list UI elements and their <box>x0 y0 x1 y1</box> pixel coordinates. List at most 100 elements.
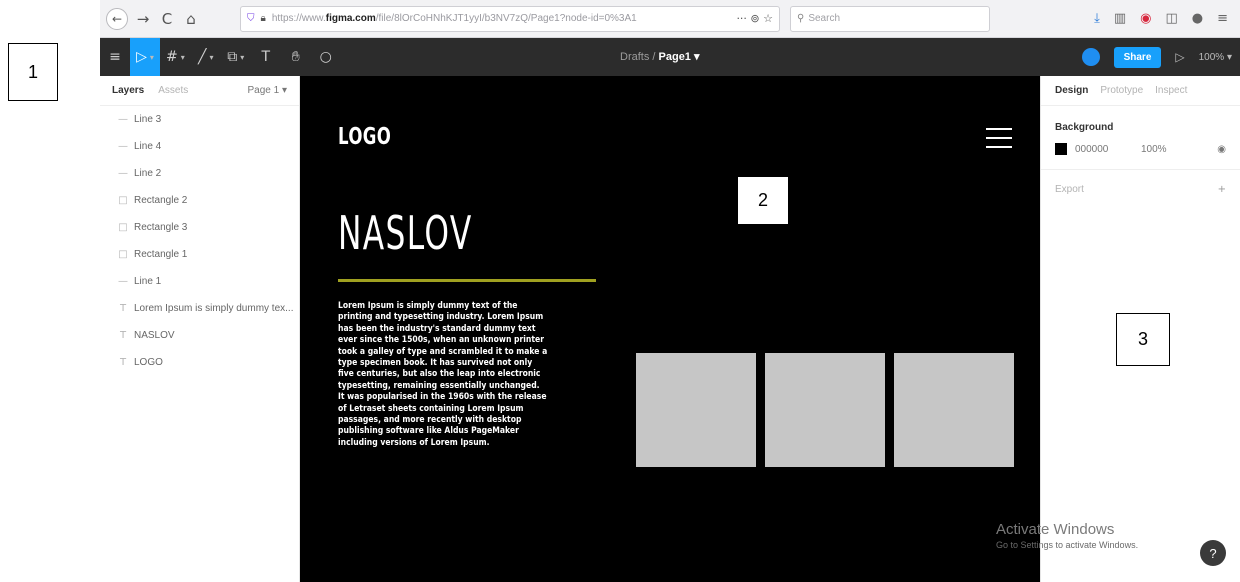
rectangle-layer-icon: □ <box>118 195 128 206</box>
line-layer-icon: — <box>118 114 128 125</box>
background-color-swatch[interactable] <box>1055 143 1067 155</box>
search-icon: ⚲ <box>797 13 805 24</box>
search-input[interactable]: ⚲ Search <box>790 5 990 32</box>
tab-layers[interactable]: Layers <box>112 85 144 96</box>
url-text: https://www.figma.com/file/8lOrCoHNhKJT1… <box>271 13 637 24</box>
download-icon[interactable]: ⤓ <box>1094 11 1100 26</box>
layer-label: Line 4 <box>134 141 162 152</box>
file-title[interactable]: Drafts / Page1 ▾ <box>620 38 700 76</box>
hamburger-line <box>986 137 1012 139</box>
layer-item[interactable]: □ Rectangle 1 <box>100 241 299 268</box>
layer-item[interactable]: — Line 3 <box>100 106 299 133</box>
layer-label: LOGO <box>134 357 163 368</box>
layer-item[interactable]: — Line 1 <box>100 268 299 295</box>
search-placeholder: Search <box>808 13 841 24</box>
text-layer-icon: T <box>119 330 127 341</box>
layer-label: Rectangle 3 <box>134 222 188 233</box>
watermark-line1: Activate Windows <box>996 521 1115 538</box>
layer-item[interactable]: T NASLOV <box>100 322 299 349</box>
layer-label: Lorem Ipsum is simply dummy tex... <box>134 303 294 314</box>
tab-inspect[interactable]: Inspect <box>1155 85 1187 96</box>
move-tool-icon[interactable]: ▷ ▾ <box>130 38 160 76</box>
figma-toolbar: ≡ ▷ ▾ # ▾ ╱ ▾ ⧉ ▾ T ✋︎ ○ Drafts / Page1 ▾ Sh… <box>100 38 1240 76</box>
page-title[interactable]: Page1 ▾ <box>659 51 700 63</box>
back-icon[interactable]: ← <box>106 7 128 30</box>
tab-assets[interactable]: Assets <box>158 85 188 96</box>
heading-underline[interactable] <box>338 279 596 282</box>
browser-toolbar-icons: ⤓ ▥ ◉ ◫ ● ≡ <box>1094 11 1228 26</box>
layer-item[interactable]: — Line 2 <box>100 160 299 187</box>
main-menu-icon[interactable]: ≡ <box>100 38 130 76</box>
share-button[interactable]: Share <box>1113 46 1162 68</box>
address-bar[interactable]: ⛉ 🔒︎ https://www.figma.com/file/8lOrCoHN… <box>240 5 780 32</box>
rectangle-layer-icon: □ <box>118 222 128 233</box>
placeholder-rectangle-2[interactable] <box>765 353 885 467</box>
callout-2: 2 <box>737 176 789 225</box>
add-export-icon[interactable]: + <box>1218 184 1226 195</box>
line-layer-icon: — <box>118 276 128 287</box>
layer-label: Rectangle 2 <box>134 195 188 206</box>
layer-label: Line 3 <box>134 114 162 125</box>
layer-item[interactable]: T LOGO <box>100 349 299 376</box>
frame-tool-icon[interactable]: # ▾ <box>160 38 191 76</box>
pen-tool-icon[interactable]: ╱ ▾ <box>191 38 221 76</box>
export-label: Export <box>1055 184 1084 195</box>
design-canvas[interactable]: LOGO NASLOV Lorem Ipsum is simply dummy … <box>300 76 1040 582</box>
lock-icon: 🔒︎ <box>260 13 266 24</box>
present-play-icon[interactable]: ▷ <box>1175 50 1184 64</box>
background-hex-input[interactable]: 000000 <box>1075 144 1141 155</box>
tab-design[interactable]: Design <box>1055 85 1088 96</box>
hand-tool-icon[interactable]: ✋︎ <box>281 38 311 76</box>
page-actions-icon[interactable]: ··· ⊚ ☆ <box>736 12 773 25</box>
line-layer-icon: — <box>118 168 128 179</box>
layers-panel-tabs: Layers Assets Page 1 ▾ <box>100 76 299 106</box>
sidebar-icon[interactable]: ◫ <box>1165 11 1177 26</box>
rectangle-layer-icon: □ <box>118 249 128 260</box>
background-opacity-input[interactable]: 100% <box>1141 144 1167 155</box>
tab-prototype[interactable]: Prototype <box>1100 85 1143 96</box>
activate-windows-watermark: Activate Windows Go to Settings to activ… <box>996 521 1138 550</box>
forward-icon[interactable]: → <box>132 8 154 30</box>
callout-3: 3 <box>1116 313 1170 366</box>
reload-icon[interactable]: C <box>156 8 178 30</box>
layer-label: Line 2 <box>134 168 162 179</box>
home-icon[interactable]: ⌂ <box>180 8 202 30</box>
hamburger-menu-icon[interactable] <box>986 128 1012 148</box>
frame-logo-text[interactable]: LOGO <box>338 124 391 150</box>
export-section: Export + <box>1055 184 1226 195</box>
browser-toolbar: ← → C ⌂ ⛉ 🔒︎ https://www.figma.com/file/… <box>100 0 1240 38</box>
eye-icon[interactable]: ◉ <box>1217 144 1226 155</box>
layer-item[interactable]: — Line 4 <box>100 133 299 160</box>
design-panel-tabs: Design Prototype Inspect <box>1041 76 1240 106</box>
zoom-dropdown[interactable]: 100% ▾ <box>1199 52 1232 63</box>
layer-item[interactable]: □ Rectangle 2 <box>100 187 299 214</box>
background-fill-row: 000000 100% ◉ <box>1055 143 1226 155</box>
avatar[interactable] <box>1081 48 1100 66</box>
comment-tool-icon[interactable]: ○ <box>311 38 341 76</box>
text-tool-icon[interactable]: T <box>251 38 281 76</box>
drafts-breadcrumb[interactable]: Drafts <box>620 51 649 63</box>
extension-badge-icon[interactable]: ◉ <box>1140 11 1151 26</box>
background-section-title: Background <box>1055 122 1114 133</box>
account-icon[interactable]: ● <box>1192 11 1203 26</box>
figma-toolbar-right: Share ▷ 100% ▾ <box>1081 38 1232 76</box>
page-selector[interactable]: Page 1 ▾ <box>248 85 288 96</box>
hamburger-line <box>986 146 1012 148</box>
watermark-line2: Go to Settings to activate Windows. <box>996 540 1139 550</box>
menu-icon[interactable]: ≡ <box>1217 11 1228 26</box>
layers-panel: Layers Assets Page 1 ▾ — Line 3 — Line 4 —… <box>100 76 300 582</box>
shape-tool-icon[interactable]: ⧉ ▾ <box>221 38 251 76</box>
layer-item[interactable]: □ Rectangle 3 <box>100 214 299 241</box>
placeholder-rectangle-3[interactable] <box>894 353 1014 467</box>
placeholder-rectangle-1[interactable] <box>636 353 756 467</box>
library-icon[interactable]: ▥ <box>1114 11 1126 26</box>
frame-body-text[interactable]: Lorem Ipsum is simply dummy text of the … <box>338 301 548 449</box>
breadcrumb-separator: / <box>649 51 659 63</box>
layer-label: Line 1 <box>134 276 162 287</box>
frame-heading[interactable]: NASLOV <box>338 206 473 260</box>
layer-label: NASLOV <box>134 330 175 341</box>
layer-item[interactable]: T Lorem Ipsum is simply dummy tex... <box>100 295 299 322</box>
text-layer-icon: T <box>119 303 127 314</box>
help-button[interactable]: ? <box>1200 540 1226 566</box>
section-divider <box>1041 169 1240 170</box>
